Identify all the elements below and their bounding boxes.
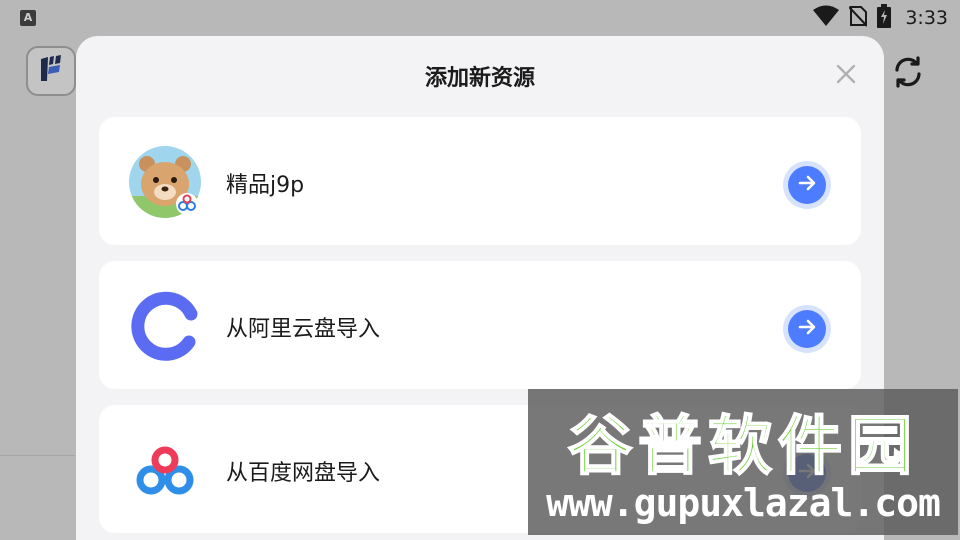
- option-jingpin[interactable]: 精品j9p: [99, 117, 861, 245]
- watermark-url: www.gupuxlazal.com: [546, 481, 941, 525]
- status-bar: A 3:33: [0, 0, 960, 36]
- go-button[interactable]: [783, 161, 831, 209]
- aliyun-drive-icon: [129, 290, 201, 362]
- watermark: 谷普软件园 www.gupuxlazal.com: [528, 389, 958, 535]
- arrow-right-icon: [797, 173, 817, 197]
- watermark-title: 谷普软件园: [567, 409, 918, 485]
- app-logo[interactable]: [26, 46, 76, 96]
- app-logo-icon: [38, 55, 64, 87]
- option-label: 从百度网盘导入: [226, 461, 381, 486]
- status-icons: 3:33: [813, 3, 948, 33]
- refresh-icon[interactable]: [890, 54, 926, 90]
- status-time: 3:33: [905, 7, 948, 29]
- option-label: 精品j9p: [226, 173, 305, 198]
- close-icon: [836, 64, 856, 88]
- go-button[interactable]: [783, 305, 831, 353]
- background-divider: [0, 455, 75, 456]
- close-button[interactable]: [832, 62, 860, 90]
- option-aliyun-drive[interactable]: 从阿里云盘导入: [99, 261, 861, 389]
- bear-avatar-icon: [129, 146, 201, 218]
- battery-charging-icon: [877, 3, 892, 33]
- no-sim-icon: [848, 5, 869, 32]
- status-a-badge: A: [20, 10, 36, 26]
- baidu-netdisk-icon: [129, 434, 201, 506]
- dialog-title: 添加新资源: [424, 66, 535, 91]
- arrow-right-icon: [797, 317, 817, 341]
- wifi-icon: [813, 5, 840, 32]
- option-label: 从阿里云盘导入: [226, 317, 381, 342]
